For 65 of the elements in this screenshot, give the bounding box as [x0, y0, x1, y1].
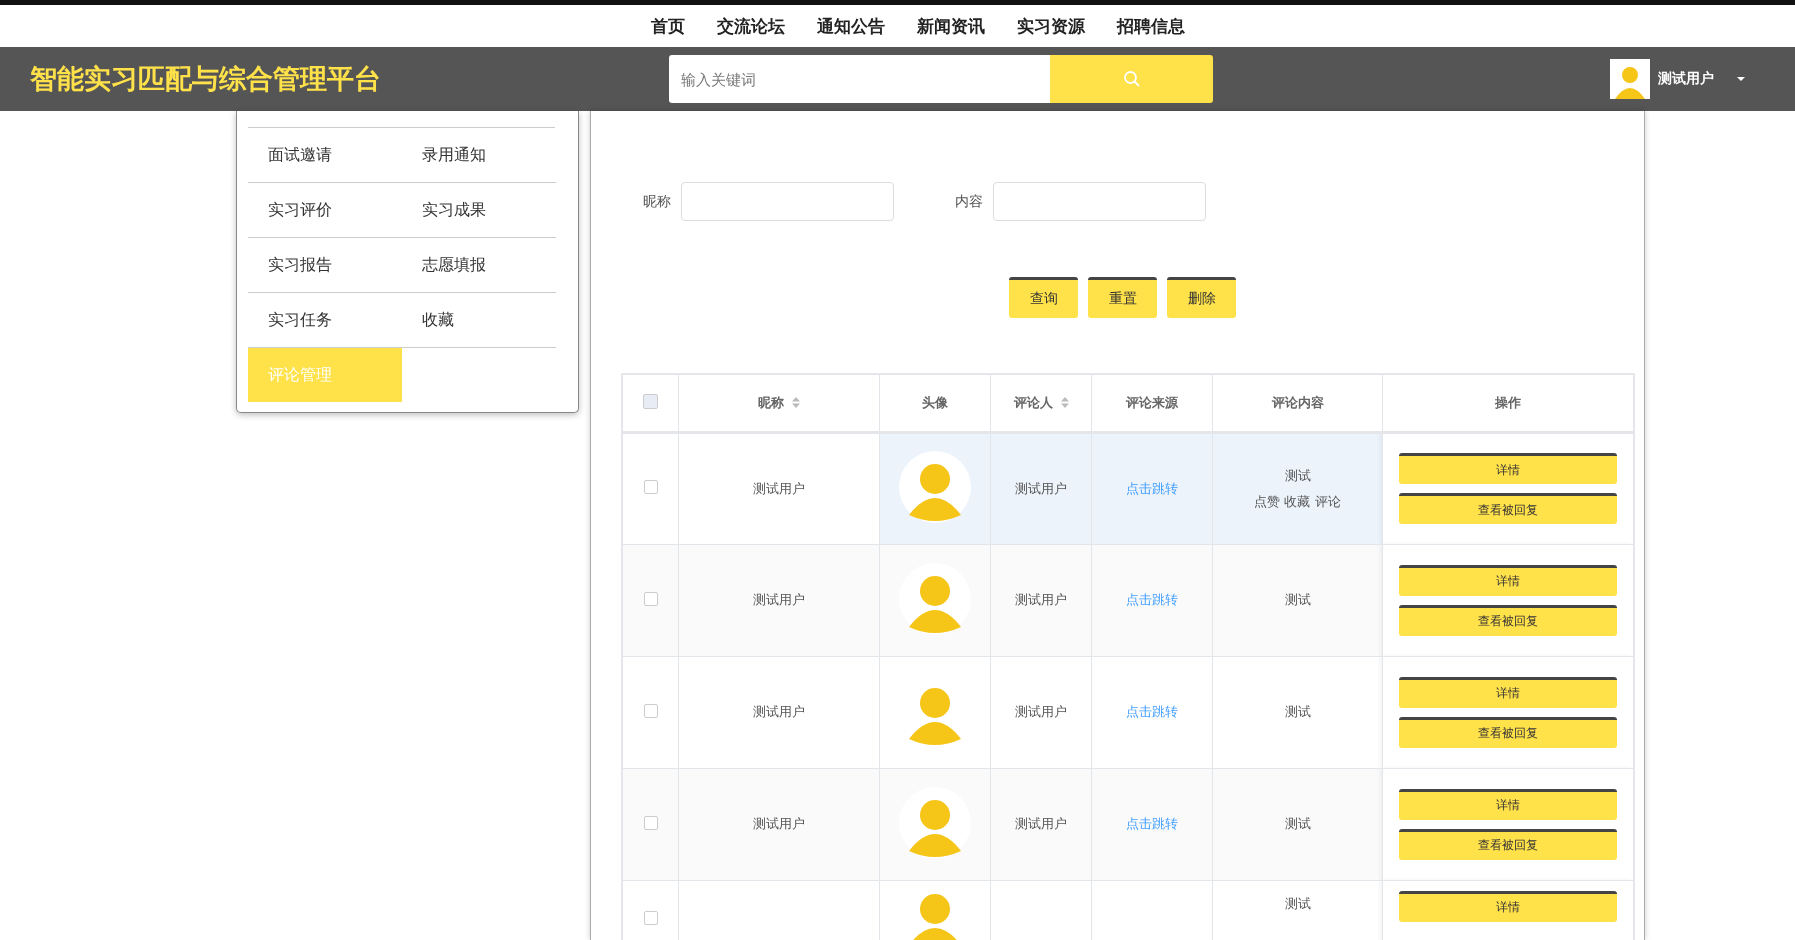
row-button[interactable]: 详情: [1399, 788, 1617, 820]
field-label: 内容: [955, 192, 983, 211]
user-name[interactable]: 测试用户: [1658, 70, 1714, 88]
column-header[interactable]: 评论人: [1013, 393, 1053, 412]
table-cell: 测试用户: [753, 704, 805, 719]
checkbox[interactable]: [643, 815, 658, 830]
caret-icon[interactable]: [1736, 76, 1746, 82]
table-cell: 测试用户: [1015, 816, 1067, 831]
action-button[interactable]: 查询: [1009, 277, 1078, 318]
nav-link[interactable]: 实习资源: [1016, 14, 1085, 38]
column-header[interactable]: 评论来源: [1126, 393, 1178, 412]
menu-item[interactable]: 实习成果: [402, 183, 556, 238]
nav-link[interactable]: 招聘信息: [1116, 14, 1185, 38]
input-field[interactable]: [993, 182, 1206, 221]
row-button[interactable]: 详情: [1399, 453, 1617, 484]
nav-link[interactable]: 通知公告: [816, 14, 885, 38]
table-cell-text: 测试: [1283, 894, 1312, 913]
menu-item[interactable]: 实习评价: [248, 183, 402, 238]
checkbox[interactable]: [643, 393, 658, 409]
field-label: 昵称: [643, 192, 671, 211]
table-cell-text: 测试: [1283, 703, 1312, 721]
table-cell: 测试用户: [753, 816, 805, 831]
sort-icon[interactable]: [1060, 397, 1069, 409]
checkbox[interactable]: [643, 910, 658, 925]
checkbox[interactable]: [643, 703, 658, 718]
checkbox[interactable]: [643, 480, 658, 494]
nav-link[interactable]: 交流论坛: [716, 14, 785, 38]
input-field[interactable]: [681, 182, 894, 221]
table-cell-text: 测试: [1283, 591, 1312, 609]
search-icon: [1122, 70, 1141, 88]
site-title: 智能实习匹配与综合管理平台: [30, 62, 382, 96]
table-cell-text: 测试: [1283, 815, 1312, 833]
row-button[interactable]: 详情: [1399, 676, 1617, 708]
row-button[interactable]: 详情: [1399, 564, 1617, 596]
row-button[interactable]: 查看被回复: [1399, 493, 1617, 524]
row-button[interactable]: 查看被回复: [1399, 716, 1617, 748]
table-cell: 测试用户: [753, 592, 805, 607]
table-cell: 测试用户: [1015, 480, 1067, 496]
sort-icon[interactable]: [792, 397, 800, 409]
table-cell: 测试用户: [1015, 704, 1067, 719]
table-cell: 测试用户: [1015, 592, 1067, 607]
menu-item[interactable]: 志愿填报: [402, 238, 556, 293]
search-field[interactable]: 输入关键词: [669, 55, 1050, 103]
nav-link[interactable]: 首页: [650, 14, 685, 38]
column-header[interactable]: 头像: [922, 393, 948, 412]
avatar: [899, 451, 971, 523]
menu-item[interactable]: 实习报告: [248, 238, 402, 293]
search-button[interactable]: [1050, 55, 1213, 103]
table-cell: 测试用户: [753, 480, 805, 496]
table-cell-text: 测试: [1283, 466, 1312, 485]
column-header[interactable]: 评论内容: [1271, 393, 1324, 412]
action-button[interactable]: 删除: [1167, 277, 1236, 318]
menu-item[interactable]: 录用通知: [402, 128, 556, 183]
table-cell-text: 点赞 收藏 评论: [1253, 492, 1342, 511]
nav-link[interactable]: 新闻资讯: [916, 14, 985, 38]
checkbox[interactable]: [643, 591, 658, 606]
avatar[interactable]: [1610, 59, 1650, 99]
column-header[interactable]: 昵称: [758, 393, 784, 412]
column-header[interactable]: 操作: [1495, 393, 1521, 412]
action-button[interactable]: 重置: [1088, 277, 1157, 318]
row-button[interactable]: 详情: [1399, 890, 1617, 922]
menu-item[interactable]: 收藏: [402, 293, 556, 348]
row-button[interactable]: 查看被回复: [1399, 828, 1617, 860]
menu-item[interactable]: 面试邀请: [248, 128, 402, 183]
row-button[interactable]: 查看被回复: [1399, 604, 1617, 636]
